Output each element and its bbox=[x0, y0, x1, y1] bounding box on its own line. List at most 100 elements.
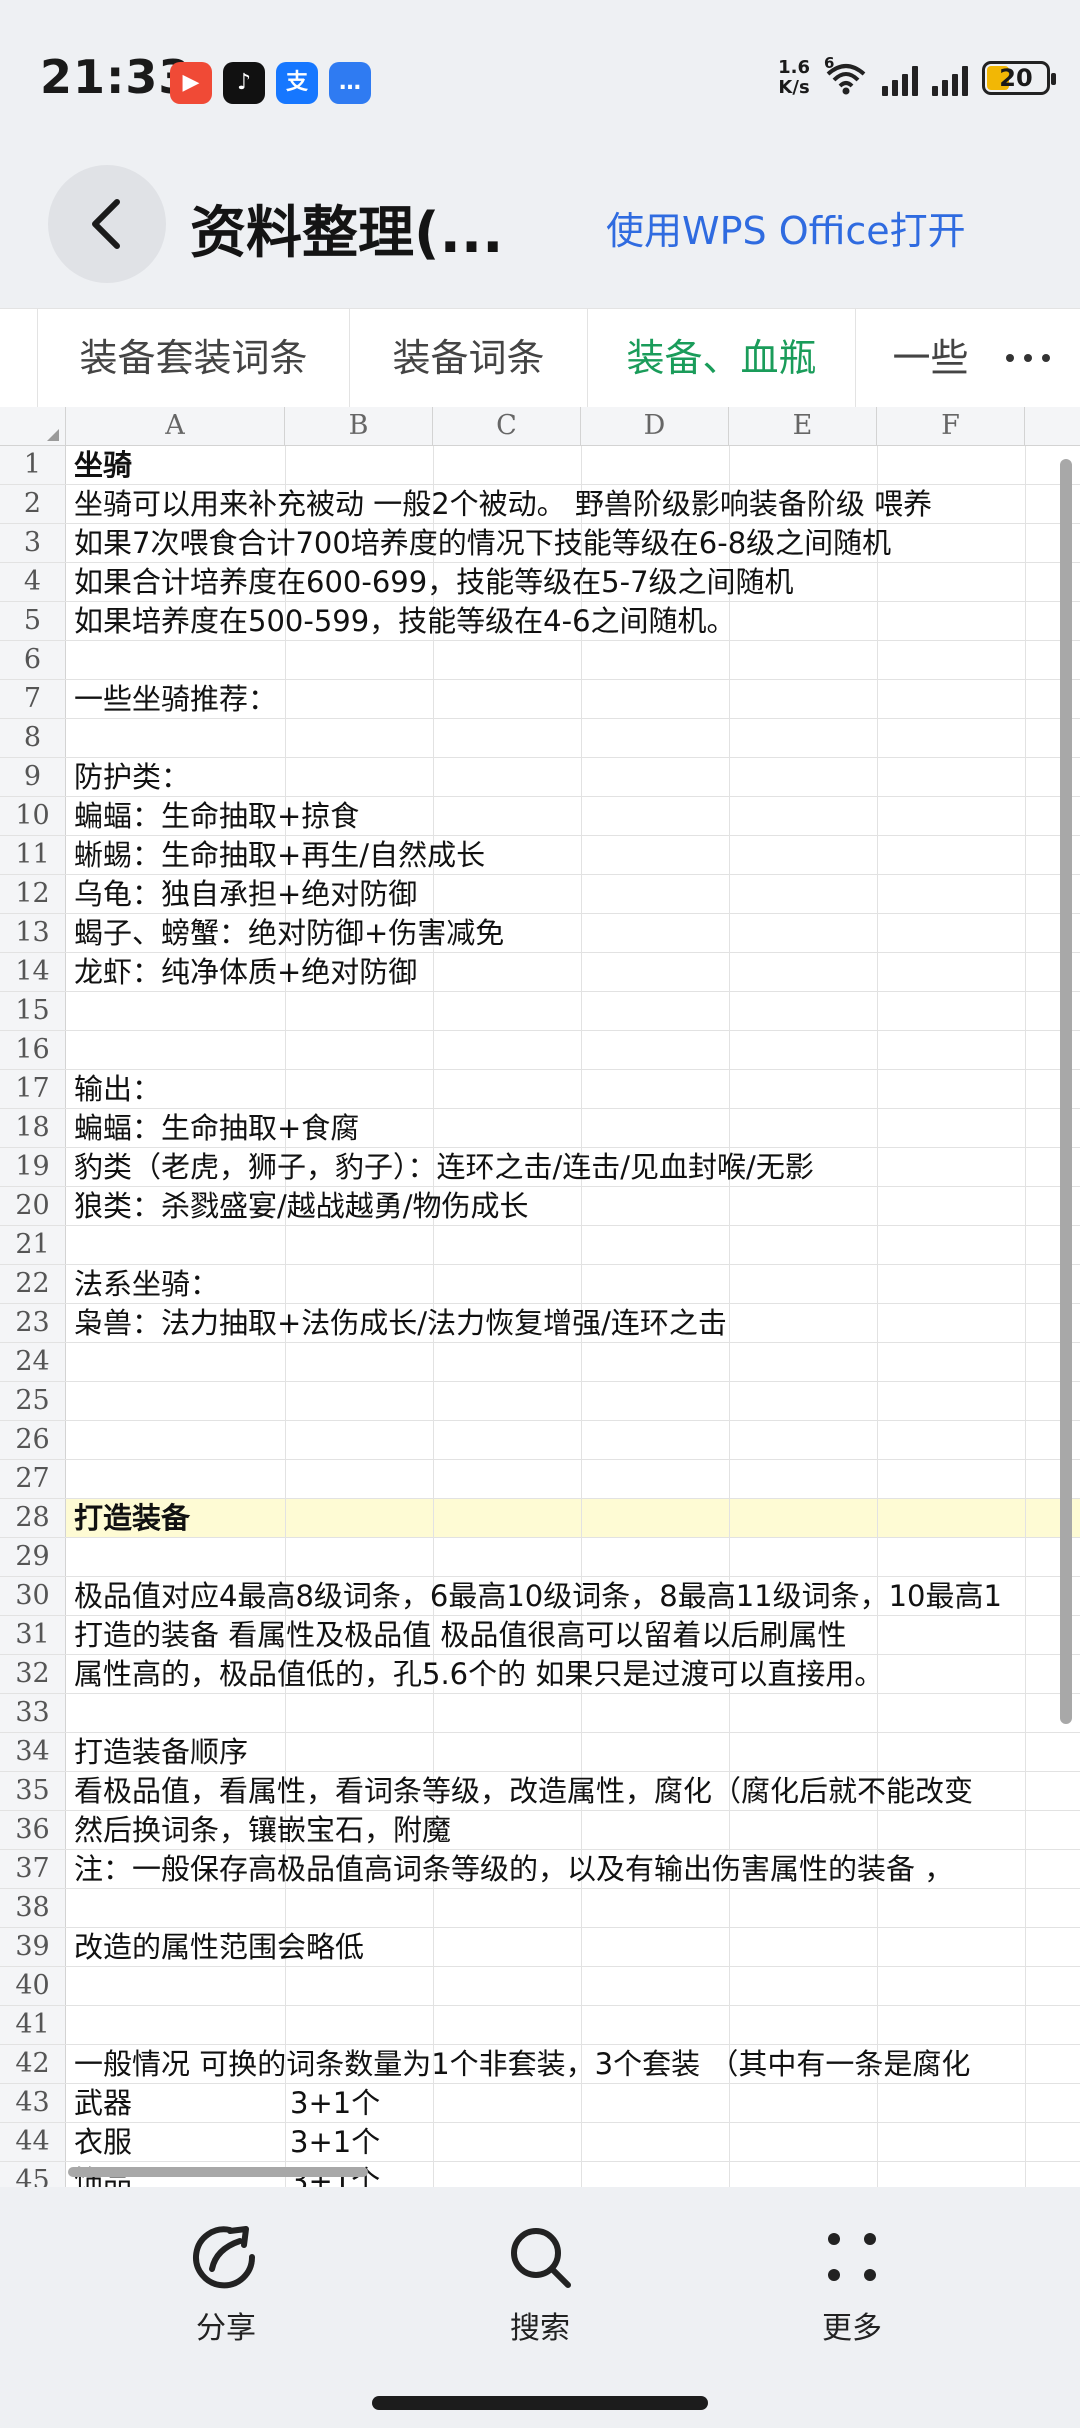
home-indicator[interactable] bbox=[372, 2396, 708, 2410]
cell-a[interactable]: 如果7次喂食合计700培养度的情况下技能等级在6-8级之间随机 bbox=[74, 524, 891, 562]
column-header-f[interactable]: F bbox=[877, 407, 1025, 445]
cell-a[interactable]: 注：一般保存高极品值高词条等级的，以及有输出伤害属性的装备 ， bbox=[74, 1850, 953, 1888]
row-header[interactable]: 14 bbox=[0, 953, 66, 991]
cell-a[interactable]: 打造装备 bbox=[74, 1499, 190, 1537]
row-header[interactable]: 27 bbox=[0, 1460, 66, 1498]
row-header[interactable]: 10 bbox=[0, 797, 66, 835]
row-header[interactable]: 45 bbox=[0, 2162, 66, 2187]
sheet-tab-equipment-affixes[interactable]: 装备词条 bbox=[350, 309, 588, 407]
cell-a[interactable]: 豹类（老虎，狮子，豹子）：连环之击/连击/见血封喉/无影 bbox=[74, 1148, 814, 1186]
row-header[interactable]: 21 bbox=[0, 1226, 66, 1264]
row-header[interactable]: 37 bbox=[0, 1850, 66, 1888]
cell-a[interactable]: 法系坐骑： bbox=[74, 1265, 219, 1303]
spreadsheet-grid[interactable]: A B C D E F 1 坐骑 2 坐骑可以用来补充被动 一般2个被动。 野兽阶级影… bbox=[0, 407, 1080, 2187]
cell-a[interactable]: 一般情况 可换的词条数量为1个非套装，3个套装 （其中有一条是腐化 bbox=[74, 2045, 970, 2083]
row-header[interactable]: 11 bbox=[0, 836, 66, 874]
row-header[interactable]: 15 bbox=[0, 992, 66, 1030]
cell-a[interactable]: 枭兽：法力抽取+法伤成长/法力恢复增强/连环之击 bbox=[74, 1304, 727, 1342]
search-button[interactable]: 搜索 bbox=[440, 2217, 640, 2347]
cell-a[interactable]: 极品值对应4最高8级词条，6最高10级词条，8最高11级词条，10最高1 bbox=[74, 1577, 1002, 1615]
row-header[interactable]: 41 bbox=[0, 2006, 66, 2044]
row-header[interactable]: 38 bbox=[0, 1889, 66, 1927]
cell-a[interactable]: 武器 bbox=[74, 2084, 132, 2122]
more-button[interactable]: 更多 bbox=[752, 2217, 952, 2347]
cell-b[interactable]: 3+1个 bbox=[290, 2084, 380, 2122]
cell-a[interactable]: 然后换词条，镶嵌宝石，附魔 bbox=[74, 1811, 451, 1849]
cell-a[interactable]: 乌龟：独自承担+绝对防御 bbox=[74, 875, 417, 913]
vertical-scrollbar[interactable] bbox=[1060, 459, 1072, 1724]
row-header[interactable]: 1 bbox=[0, 446, 66, 484]
cell-a[interactable]: 打造的装备 看属性及极品值 极品值很高可以留着以后刷属性 bbox=[74, 1616, 846, 1654]
cell-a[interactable]: 属性高的，极品值低的，孔5.6个的 如果只是过渡可以直接用。 bbox=[74, 1655, 883, 1693]
row-header[interactable]: 40 bbox=[0, 1967, 66, 2005]
cell-a[interactable]: 防护类： bbox=[74, 758, 190, 796]
row-header[interactable]: 6 bbox=[0, 641, 66, 679]
row-header[interactable]: 43 bbox=[0, 2084, 66, 2122]
row-header[interactable]: 13 bbox=[0, 914, 66, 952]
column-header-a[interactable]: A bbox=[66, 407, 285, 445]
cell-a[interactable]: 龙虾：纯净体质+绝对防御 bbox=[74, 953, 417, 991]
cell-a[interactable]: 一些坐骑推荐： bbox=[74, 680, 277, 718]
cell-a[interactable]: 蝎子、螃蟹：绝对防御+伤害减免 bbox=[74, 914, 504, 952]
message-icon: … bbox=[329, 62, 371, 104]
row-header[interactable]: 26 bbox=[0, 1421, 66, 1459]
sheet-tab-equipment-potions[interactable]: 装备、血瓶 bbox=[588, 309, 856, 407]
select-all-corner[interactable] bbox=[0, 407, 66, 445]
column-header-d[interactable]: D bbox=[581, 407, 729, 445]
row-header[interactable]: 35 bbox=[0, 1772, 66, 1810]
column-header-e[interactable]: E bbox=[729, 407, 877, 445]
row-header[interactable]: 2 bbox=[0, 485, 66, 523]
row-header[interactable]: 8 bbox=[0, 719, 66, 757]
row-header[interactable]: 31 bbox=[0, 1616, 66, 1654]
cell-a[interactable]: 衣服 bbox=[74, 2123, 132, 2161]
cell-a[interactable]: 看极品值，看属性，看词条等级，改造属性，腐化（腐化后就不能改变 bbox=[74, 1772, 973, 1810]
row-header[interactable]: 24 bbox=[0, 1343, 66, 1381]
cell-a[interactable]: 如果培养度在500-599，技能等级在4-6之间随机。 bbox=[74, 602, 736, 640]
cell-a[interactable]: 如果合计培养度在600-699，技能等级在5-7级之间随机 bbox=[74, 563, 794, 601]
row-header[interactable]: 29 bbox=[0, 1538, 66, 1576]
cell-b[interactable]: 3+1个 bbox=[290, 2123, 380, 2161]
cell-a[interactable]: 输出： bbox=[74, 1070, 161, 1108]
row-header[interactable]: 16 bbox=[0, 1031, 66, 1069]
row-header[interactable]: 9 bbox=[0, 758, 66, 796]
sheet-tab-set-affixes[interactable]: 装备套装词条 bbox=[38, 309, 350, 407]
horizontal-scrollbar[interactable] bbox=[68, 2167, 368, 2177]
row-header[interactable]: 12 bbox=[0, 875, 66, 913]
row-header[interactable]: 4 bbox=[0, 563, 66, 601]
row-header[interactable]: 23 bbox=[0, 1304, 66, 1342]
cell-a[interactable]: 蜥蜴：生命抽取+再生/自然成长 bbox=[74, 836, 485, 874]
column-header-c[interactable]: C bbox=[433, 407, 581, 445]
row-header[interactable]: 18 bbox=[0, 1109, 66, 1147]
row-header[interactable]: 17 bbox=[0, 1070, 66, 1108]
row-header[interactable]: 28 bbox=[0, 1499, 66, 1537]
cell-a[interactable]: 打造装备顺序 bbox=[74, 1733, 248, 1771]
cell-a[interactable]: 坐骑可以用来补充被动 一般2个被动。 野兽阶级影响装备阶级 喂养 bbox=[74, 485, 932, 523]
cell-a[interactable]: 蝙蝠：生命抽取+掠食 bbox=[74, 797, 359, 835]
table-row: 5 如果培养度在500-599，技能等级在4-6之间随机。 bbox=[0, 602, 1080, 641]
row-header[interactable]: 25 bbox=[0, 1382, 66, 1420]
cell-a[interactable]: 蝙蝠：生命抽取+食腐 bbox=[74, 1109, 359, 1147]
cell-a[interactable]: 改造的属性范围会略低 bbox=[74, 1928, 364, 1966]
share-button[interactable]: 分享 bbox=[126, 2217, 326, 2347]
row-header[interactable]: 22 bbox=[0, 1265, 66, 1303]
more-tabs-button[interactable] bbox=[976, 309, 1080, 407]
row-header[interactable]: 32 bbox=[0, 1655, 66, 1693]
row-header[interactable]: 36 bbox=[0, 1811, 66, 1849]
row-header[interactable]: 34 bbox=[0, 1733, 66, 1771]
row-header[interactable]: 30 bbox=[0, 1577, 66, 1615]
row-header[interactable]: 3 bbox=[0, 524, 66, 562]
row-header[interactable]: 44 bbox=[0, 2123, 66, 2161]
row-header[interactable]: 33 bbox=[0, 1694, 66, 1732]
cell-a[interactable]: 坐骑 bbox=[74, 446, 132, 484]
row-header[interactable]: 5 bbox=[0, 602, 66, 640]
row-header[interactable]: 39 bbox=[0, 1928, 66, 1966]
sheet-tab-partial[interactable] bbox=[0, 309, 38, 407]
open-with-wps-link[interactable]: 使用WPS Office打开 bbox=[606, 200, 966, 255]
back-button[interactable] bbox=[48, 165, 166, 283]
row-header[interactable]: 7 bbox=[0, 680, 66, 718]
row-header[interactable]: 20 bbox=[0, 1187, 66, 1225]
cell-a[interactable]: 狼类：杀戮盛宴/越战越勇/物伤成长 bbox=[74, 1187, 529, 1225]
column-header-b[interactable]: B bbox=[285, 407, 433, 445]
row-header[interactable]: 42 bbox=[0, 2045, 66, 2083]
row-header[interactable]: 19 bbox=[0, 1148, 66, 1186]
